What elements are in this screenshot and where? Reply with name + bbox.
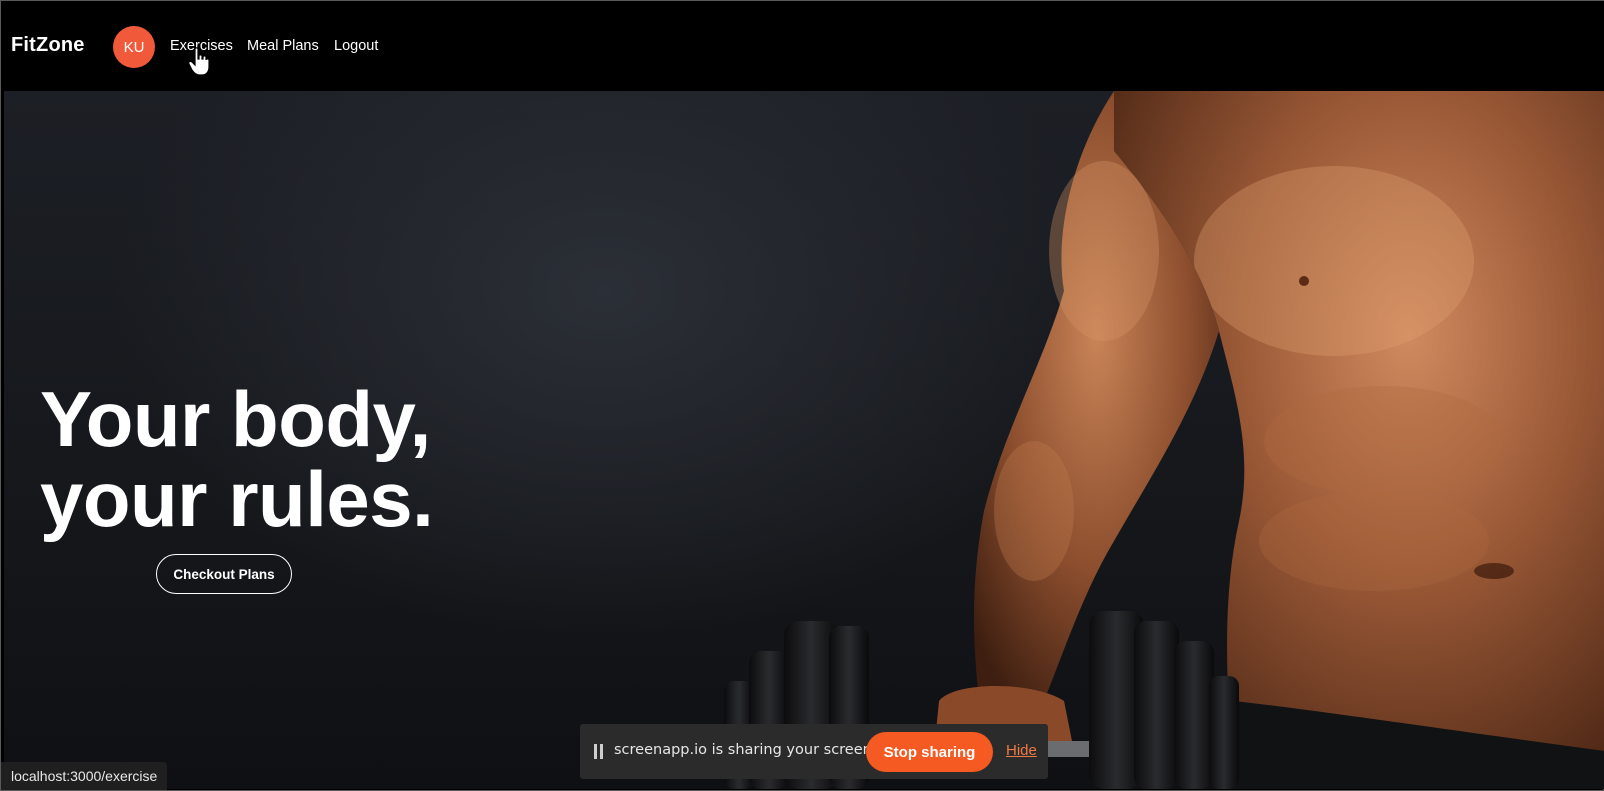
hero-headline: Your body, your rules.	[40, 375, 434, 543]
hand-pointer-cursor-icon	[188, 47, 210, 76]
hide-banner-link[interactable]: Hide	[1006, 742, 1037, 759]
link-preview-url: localhost:3000/exercise	[1, 762, 168, 790]
browser-viewport: FitZone KU Exercises Meal Plans Logout Y…	[0, 0, 1604, 791]
user-avatar[interactable]: KU	[113, 26, 155, 68]
screen-share-message: screenapp.io is sharing your screen.	[614, 742, 877, 758]
nav-meal-plans-link[interactable]: Meal Plans	[247, 38, 319, 54]
top-navbar: FitZone KU Exercises Meal Plans Logout	[1, 1, 1604, 91]
screen-share-banner: screenapp.io is sharing your screen. Sto…	[580, 724, 1048, 779]
hero-section: Your body, your rules. Checkout Plans	[4, 91, 1604, 789]
pause-icon	[594, 744, 604, 759]
hero-headline-line-2: your rules.	[40, 455, 434, 543]
stop-sharing-button[interactable]: Stop sharing	[866, 732, 993, 772]
brand-logo[interactable]: FitZone	[11, 34, 85, 57]
nav-logout-link[interactable]: Logout	[334, 38, 378, 54]
hero-headline-line-1: Your body,	[40, 375, 431, 463]
checkout-plans-button[interactable]: Checkout Plans	[156, 554, 292, 594]
